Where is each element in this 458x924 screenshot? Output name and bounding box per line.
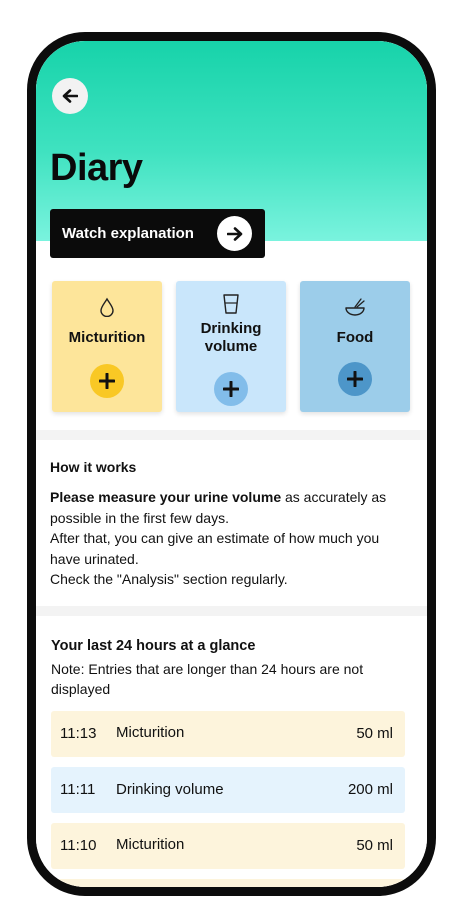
watch-arrow-circle xyxy=(217,216,252,251)
plus-icon xyxy=(223,381,239,397)
droplet-icon xyxy=(52,297,162,319)
watch-explanation-button[interactable]: Watch explanation xyxy=(50,209,265,258)
micturition-label: Micturition xyxy=(68,329,146,346)
arrow-right-icon xyxy=(226,226,242,241)
glass-icon xyxy=(176,293,286,315)
entry-volume: 50 ml xyxy=(356,725,393,742)
arrow-left-icon xyxy=(62,89,78,103)
entry-type: Micturition xyxy=(116,836,185,853)
phone-frame: Diary Watch explanation Micturition Drin… xyxy=(27,32,436,896)
entry-type: Micturition xyxy=(116,724,185,741)
glance-section: Your last 24 hours at a glance Note: Ent… xyxy=(51,638,411,699)
entry-row-partial[interactable] xyxy=(51,879,405,887)
micturition-add-button[interactable] xyxy=(90,364,124,398)
how-it-works-text: Please measure your urine volume as accu… xyxy=(50,487,410,590)
plus-icon xyxy=(99,373,115,389)
entry-time: 11:11 xyxy=(60,781,96,798)
how-it-works-bold: Please measure your urine volume xyxy=(50,489,282,505)
food-label: Food xyxy=(336,329,374,346)
drinking-volume-add-button[interactable] xyxy=(214,372,248,406)
entry-row[interactable]: 11:13 Micturition 50 ml xyxy=(51,711,405,757)
drinking-volume-label: Drinking volume xyxy=(200,320,262,355)
screen: Diary Watch explanation Micturition Drin… xyxy=(36,41,427,887)
entry-time: 11:13 xyxy=(60,725,97,742)
micturition-card[interactable]: Micturition xyxy=(52,281,162,412)
how-it-works-line2: After that, you can give an estimate of … xyxy=(50,530,380,567)
page-title: Diary xyxy=(50,147,143,189)
entry-time: 11:10 xyxy=(60,837,97,854)
food-add-button[interactable] xyxy=(338,362,372,396)
plus-icon xyxy=(347,371,363,387)
entry-volume: 50 ml xyxy=(356,837,393,854)
entry-type: Drinking volume xyxy=(116,781,224,798)
section-divider xyxy=(36,430,427,440)
glance-note: Note: Entries that are longer than 24 ho… xyxy=(51,661,364,697)
entry-type-cards: Micturition Drinking volume Food xyxy=(52,281,410,413)
glance-title: Your last 24 hours at a glance xyxy=(51,638,256,654)
food-card[interactable]: Food xyxy=(300,281,410,412)
section-divider xyxy=(36,606,427,616)
bowl-icon xyxy=(300,297,410,319)
back-button[interactable] xyxy=(52,78,88,114)
how-it-works-line3: Check the "Analysis" section regularly. xyxy=(50,571,288,587)
entry-volume: 200 ml xyxy=(347,781,393,798)
drinking-volume-card[interactable]: Drinking volume xyxy=(176,281,286,412)
entry-row[interactable]: 11:11 Drinking volume 200 ml xyxy=(51,767,405,813)
how-it-works-title: How it works xyxy=(50,459,137,475)
entry-row[interactable]: 11:10 Micturition 50 ml xyxy=(51,823,405,869)
how-it-works-section: How it works Please measure your urine v… xyxy=(50,459,410,590)
watch-explanation-label: Watch explanation xyxy=(62,225,194,242)
